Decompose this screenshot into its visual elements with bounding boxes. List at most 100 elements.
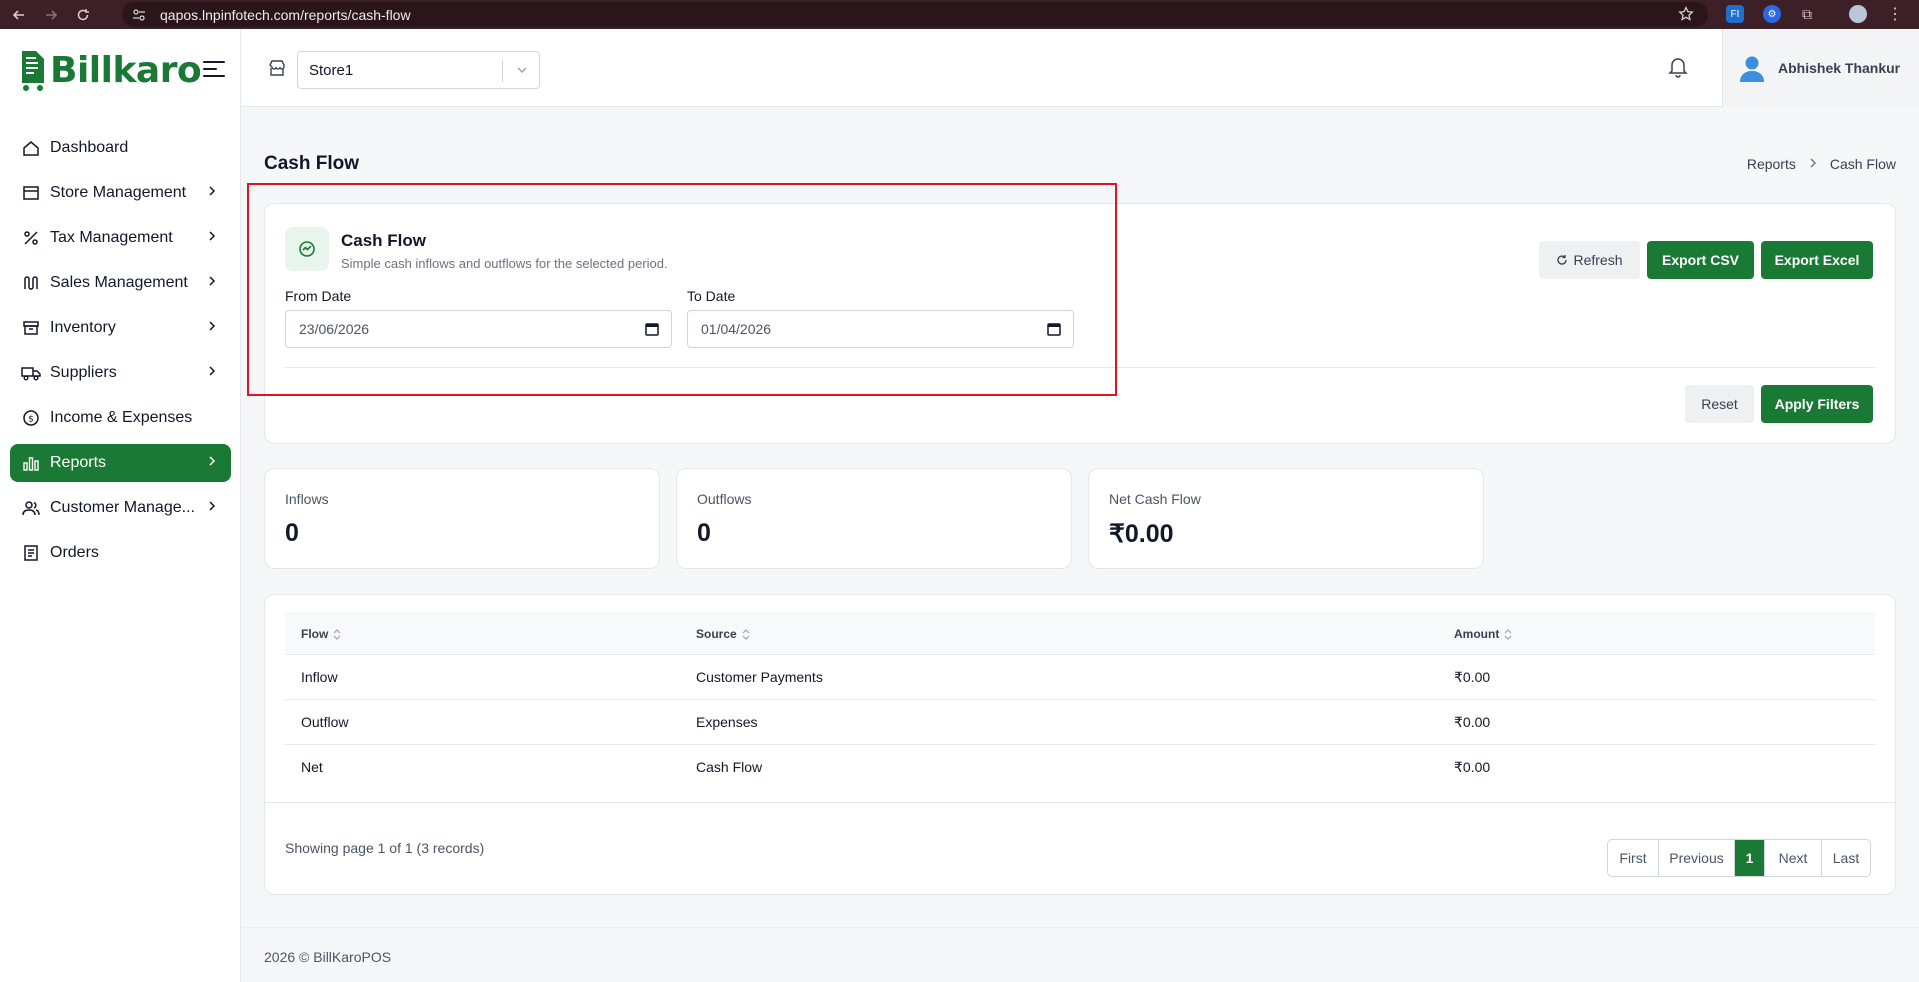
export-csv-button[interactable]: Export CSV — [1647, 241, 1754, 279]
menu-toggle-icon[interactable] — [203, 61, 225, 79]
stat-label: Outflows — [697, 491, 752, 507]
sidebar-item-label: Orders — [50, 544, 99, 561]
table-cell: Expenses — [696, 714, 758, 730]
pagination-last[interactable]: Last — [1822, 840, 1870, 876]
store-front-icon — [268, 59, 286, 82]
export-excel-button[interactable]: Export Excel — [1761, 241, 1873, 279]
stat-label: Inflows — [285, 491, 329, 507]
sidebar-item-label: Store Management — [50, 184, 187, 201]
sidebar-item-dashboard[interactable]: Dashboard — [10, 129, 231, 167]
browser-toolbar: qapos.lnpinfotech.com/reports/cash-flow … — [0, 0, 1919, 29]
footer-divider — [241, 927, 1919, 928]
pagination-first[interactable]: First — [1608, 840, 1659, 876]
sidebar-item-label: Income & Expenses — [50, 409, 193, 426]
sidebar-item-orders[interactable]: Orders — [10, 534, 231, 572]
sidebar-item-sales-management[interactable]: Sales Management — [10, 264, 231, 302]
apply-filters-button[interactable]: Apply Filters — [1761, 385, 1873, 423]
user-name: Abhishek Thankur — [1778, 60, 1901, 76]
breadcrumb-current: Cash Flow — [1829, 156, 1896, 172]
stat-value: 0 — [285, 519, 299, 547]
stat-label: Net Cash Flow — [1109, 491, 1201, 507]
pagination-summary: Showing page 1 of 1 (3 records) — [285, 840, 485, 856]
sidebar-item-reports[interactable]: Reports — [10, 444, 231, 482]
stat-card-inflows: Inflows 0 — [264, 468, 660, 569]
column-header-amount[interactable]: Amount — [1454, 627, 1512, 641]
cash-flow-table-card: Flow Source Amount Inflow Customer Payme… — [264, 594, 1896, 895]
forward-icon[interactable] — [38, 2, 64, 28]
table-cell: Net — [301, 759, 323, 775]
column-label: Flow — [301, 627, 329, 641]
sidebar-item-customer-management[interactable]: Customer Manage... — [10, 489, 231, 527]
page-title: Cash Flow — [264, 153, 360, 174]
table-row: Inflow Customer Payments ₹0.00 — [285, 655, 1875, 700]
footer: 2026 © BillKaroPOS — [264, 949, 392, 965]
sidebar-item-label: Suppliers — [50, 364, 117, 381]
column-header-flow[interactable]: Flow — [301, 627, 341, 641]
dashboard-icon — [21, 138, 41, 158]
export-csv-label: Export CSV — [1661, 252, 1739, 268]
table-cell: Customer Payments — [696, 669, 823, 685]
sidebar-item-store-management[interactable]: Store Management — [10, 174, 231, 212]
chevron-right-icon — [209, 231, 216, 241]
sidebar-item-tax-management[interactable]: Tax Management — [10, 219, 231, 257]
store-select-value: Store1 — [309, 61, 354, 79]
pagination-page-1[interactable]: 1 — [1735, 840, 1765, 876]
address-bar[interactable]: qapos.lnpinfotech.com/reports/cash-flow — [122, 2, 1708, 27]
pagination-previous[interactable]: Previous — [1659, 840, 1735, 876]
reset-button[interactable]: Reset — [1685, 385, 1754, 423]
apply-filters-label: Apply Filters — [1774, 396, 1860, 412]
sidebar-item-label: Dashboard — [50, 139, 129, 156]
logo[interactable]: Billkaro — [16, 47, 202, 93]
highlight-annotation — [247, 183, 1117, 396]
refresh-button[interactable]: Refresh — [1539, 241, 1640, 279]
bookmark-star-icon[interactable] — [1678, 5, 1694, 25]
table-row: Net Cash Flow ₹0.00 — [285, 745, 1875, 790]
table-cell: ₹0.00 — [1454, 759, 1491, 775]
breadcrumb-reports-link[interactable]: Reports — [1747, 156, 1796, 172]
notification-bell-icon[interactable] — [1668, 56, 1688, 83]
back-icon[interactable] — [6, 2, 32, 28]
chevron-right-icon — [209, 366, 216, 376]
extensions-puzzle-icon[interactable]: ⧉ — [1798, 5, 1816, 23]
sidebar-item-income-expenses[interactable]: $ Income & Expenses — [10, 399, 231, 437]
pagination-next[interactable]: Next — [1765, 840, 1822, 876]
reset-label: Reset — [1701, 396, 1738, 412]
stat-value: ₹0.00 — [1109, 520, 1174, 548]
sidebar-item-label: Reports — [50, 454, 107, 471]
user-menu[interactable]: Abhishek Thankur — [1722, 29, 1919, 107]
table-cell: Inflow — [301, 669, 338, 685]
table-row: Outflow Expenses ₹0.00 — [285, 700, 1875, 745]
reload-icon[interactable] — [70, 2, 96, 28]
store-select[interactable]: Store1 — [297, 51, 540, 89]
column-label: Source — [696, 627, 737, 641]
url-text: qapos.lnpinfotech.com/reports/cash-flow — [160, 6, 411, 23]
table-cell: Cash Flow — [696, 759, 763, 775]
extension-gear-icon[interactable]: ⚙ — [1763, 5, 1781, 23]
sidebar-item-label: Inventory — [50, 319, 116, 336]
profile-avatar-icon[interactable] — [1849, 5, 1867, 23]
sales-icon — [21, 273, 41, 293]
orders-icon — [21, 543, 41, 563]
column-header-source[interactable]: Source — [696, 627, 750, 641]
export-excel-label: Export Excel — [1774, 252, 1860, 268]
divider — [265, 802, 1895, 803]
chevron-right-icon — [209, 501, 216, 511]
users-icon — [21, 498, 41, 518]
extension-icon[interactable]: FI — [1726, 5, 1744, 23]
chevron-right-icon — [209, 276, 216, 286]
refresh-icon — [1557, 255, 1568, 265]
sort-icon — [742, 628, 750, 640]
site-settings-icon[interactable] — [132, 8, 148, 22]
stat-card-outflows: Outflows 0 — [676, 468, 1072, 569]
table-cell: ₹0.00 — [1454, 714, 1491, 730]
sidebar-item-suppliers[interactable]: Suppliers — [10, 354, 231, 392]
stat-value: 0 — [697, 519, 711, 547]
refresh-label: Refresh — [1573, 252, 1623, 268]
logo-cart-icon — [22, 51, 44, 91]
table-cell: ₹0.00 — [1454, 669, 1491, 685]
coin-icon: $ — [21, 408, 41, 428]
sidebar-item-inventory[interactable]: Inventory — [10, 309, 231, 347]
chevron-right-icon — [209, 186, 216, 196]
bar-chart-icon — [21, 453, 41, 473]
browser-menu-icon[interactable]: ⋮ — [1886, 5, 1904, 23]
